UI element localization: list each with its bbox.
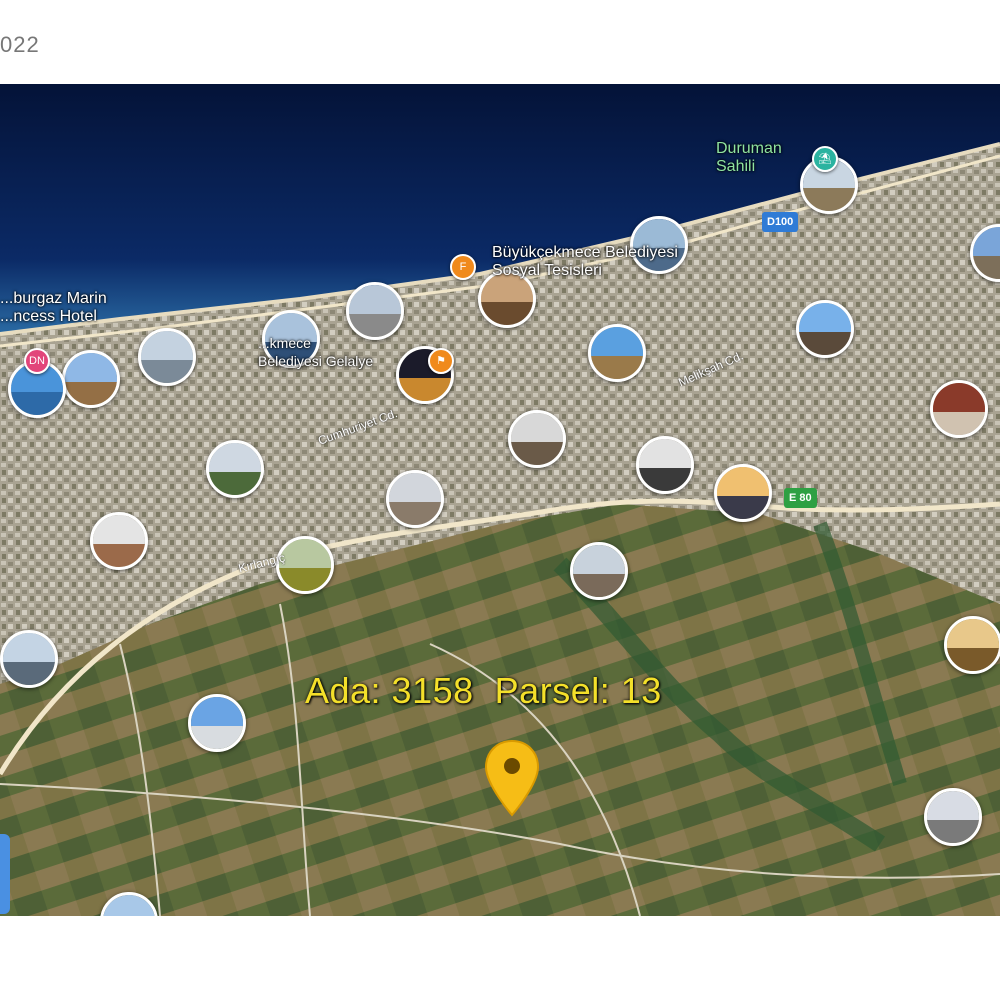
bottom-whitespace	[0, 916, 1000, 1000]
photo-thumbnail-icon[interactable]	[930, 380, 988, 438]
photo-thumbnail-icon[interactable]	[276, 536, 334, 594]
photo-thumbnail-icon[interactable]	[714, 464, 772, 522]
photo-thumbnail-icon[interactable]	[0, 630, 58, 688]
photo-thumbnail-icon[interactable]	[206, 440, 264, 498]
parcel-label: Ada: 3158 Parsel: 13	[305, 670, 662, 712]
hotel-poi-icon[interactable]: DN	[24, 348, 50, 374]
belediyesi-gelalye-label: ...kmece Belediyesi Gelalye	[258, 335, 374, 369]
marin-hotel-label: ...burgaz Marin ...ncess Hotel	[0, 290, 107, 325]
beach-poi-icon[interactable]: ⛱	[812, 146, 838, 172]
photo-thumbnail-icon[interactable]	[346, 282, 404, 340]
photo-thumbnail-icon[interactable]	[188, 694, 246, 752]
parsel-label: Parsel: 13	[494, 670, 662, 711]
ada-label: Ada: 3158	[305, 670, 474, 711]
photo-thumbnail-icon[interactable]	[924, 788, 982, 846]
e80-road-shield: E 80	[784, 488, 817, 508]
photo-thumbnail-icon[interactable]	[138, 328, 196, 386]
photo-thumbnail-icon[interactable]	[588, 324, 646, 382]
photo-thumbnail-icon[interactable]	[796, 300, 854, 358]
photo-thumbnail-icon[interactable]	[570, 542, 628, 600]
d100-road-shield: D100	[762, 212, 799, 232]
photo-thumbnail-icon[interactable]	[90, 512, 148, 570]
header-date-fragment: 022	[0, 32, 40, 57]
satellite-map[interactable]: ⛱ F DN ⚑ D100 E 80 Duruman Sahili Büyükç…	[0, 84, 1000, 916]
restaurant-poi-icon[interactable]: ⚑	[428, 348, 454, 374]
restaurant-poi-icon[interactable]: F	[450, 254, 476, 280]
buyukcekmece-sosyal-label: Büyükçekmece Belediyesi Sosyal Tesisleri	[492, 244, 678, 279]
photo-thumbnail-icon[interactable]	[100, 892, 158, 916]
photo-thumbnail-icon[interactable]	[970, 224, 1000, 282]
photo-thumbnail-icon[interactable]	[386, 470, 444, 528]
map-pin-icon[interactable]	[484, 739, 540, 817]
photo-thumbnail-icon[interactable]	[62, 350, 120, 408]
photo-thumbnail-icon[interactable]	[944, 616, 1000, 674]
photo-thumbnail-icon[interactable]	[636, 436, 694, 494]
duruman-sahili-label: Duruman Sahili	[716, 140, 782, 175]
photo-thumbnail-icon[interactable]	[508, 410, 566, 468]
side-widget[interactable]	[0, 834, 10, 914]
